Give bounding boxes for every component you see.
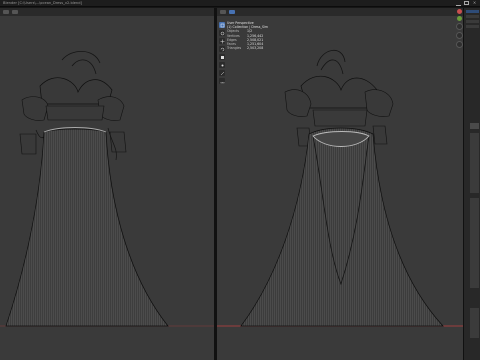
move-icon[interactable] — [219, 38, 225, 44]
close-button[interactable]: × — [472, 1, 477, 5]
camera-icon[interactable] — [455, 41, 463, 48]
rotate-icon[interactable] — [219, 46, 225, 52]
outliner-item[interactable] — [466, 15, 479, 18]
cursor-icon[interactable] — [219, 30, 225, 36]
pan-hand-icon[interactable] — [455, 32, 463, 39]
properties-tab-strip[interactable] — [470, 198, 479, 288]
transform-icon[interactable] — [219, 62, 225, 68]
zoom-icon[interactable] — [455, 23, 463, 30]
measure-icon[interactable] — [219, 78, 225, 84]
window-titlebar: Blender [C:\Users\...\ocean_Dress_v2.ble… — [0, 0, 480, 7]
select-box-icon[interactable] — [219, 22, 225, 28]
window-controls: × — [456, 1, 477, 6]
axis-y-icon[interactable] — [456, 16, 462, 21]
stat-row: Triangles 2,503,208 — [227, 46, 264, 51]
minimize-button[interactable] — [456, 1, 461, 6]
dress-model-right[interactable] — [217, 8, 463, 360]
viewport-right[interactable] — [217, 8, 463, 360]
outliner-item[interactable] — [466, 25, 479, 28]
dress-model-left[interactable] — [0, 8, 214, 360]
outliner-item[interactable] — [466, 20, 479, 23]
properties-panel — [463, 8, 480, 360]
viewport-stats-overlay: User Perspective (1) Collection | Dress_… — [227, 21, 307, 50]
axis-x-icon[interactable] — [456, 9, 462, 14]
tool-shelf — [219, 22, 225, 84]
window-title: Blender [C:\Users\...\ocean_Dress_v2.ble… — [3, 1, 82, 5]
outliner-item[interactable] — [466, 10, 479, 13]
properties-tab-strip[interactable] — [470, 123, 479, 129]
maximize-button[interactable] — [464, 1, 469, 5]
scale-icon[interactable] — [219, 54, 225, 60]
viewport-left[interactable] — [0, 8, 214, 360]
annotate-icon[interactable] — [219, 70, 225, 76]
properties-tab-strip[interactable] — [470, 133, 479, 193]
properties-tab-strip[interactable] — [470, 308, 479, 338]
